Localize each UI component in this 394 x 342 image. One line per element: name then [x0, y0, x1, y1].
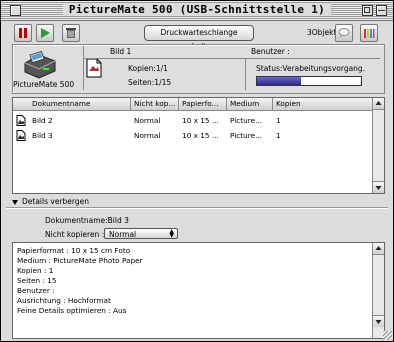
- details-toggle-label: Details verbergen: [22, 197, 89, 206]
- job-user-label: Benutzer :: [251, 47, 290, 56]
- job-status: Status:Verabeitungsvorgang.: [256, 64, 366, 73]
- pause-queue-button[interactable]: Druckwarteschlange anhalten: [144, 25, 254, 51]
- job-name: Bild 1: [110, 47, 132, 56]
- speech-balloon-icon: [338, 28, 350, 38]
- list-scrollbar[interactable]: [372, 98, 384, 193]
- trash-icon: [66, 28, 76, 38]
- detail-line: Papierformat : 10 x 15 cm Foto: [17, 246, 131, 255]
- row-medium: Picture...: [230, 131, 263, 140]
- title-bar[interactable]: PictureMate 500 (USB-Schnittstelle 1): [1, 1, 393, 21]
- row-copies: 1: [276, 116, 281, 125]
- table-row[interactable]: Bild 3 Normal 10 x 15 ... Picture... 1: [13, 127, 372, 143]
- panel-divider-2: [245, 58, 246, 90]
- details-scrollbar[interactable]: [372, 243, 384, 338]
- collapse-box[interactable]: [376, 5, 387, 16]
- table-row[interactable]: Bild 2 Normal 10 x 15 ... Picture... 1: [13, 112, 372, 128]
- column-header-no-copy[interactable]: Nicht kop...: [131, 98, 179, 110]
- ink-levels-button[interactable]: [360, 24, 378, 42]
- column-header-name[interactable]: Dokumentname: [13, 98, 131, 110]
- pause-icon: [19, 28, 27, 38]
- scroll-up-arrow[interactable]: [373, 98, 384, 110]
- row-document-name: Bild 2: [32, 116, 53, 125]
- zoom-box[interactable]: [362, 5, 373, 16]
- popup-arrows-icon: ▲ ▼: [169, 228, 174, 239]
- column-header-medium[interactable]: Medium: [227, 98, 273, 110]
- row-paper: 10 x 15 ...: [182, 131, 219, 140]
- resize-grip[interactable]: [383, 331, 392, 340]
- scroll-down-arrow[interactable]: [373, 181, 384, 193]
- detail-line: Seiten : 15: [17, 276, 57, 285]
- disclosure-triangle-icon: [12, 199, 18, 205]
- window-title: PictureMate 500 (USB-Schnittstelle 1): [62, 3, 332, 16]
- row-no-copy: Normal: [134, 116, 161, 125]
- no-copy-label: Nicht kopieren :: [45, 230, 105, 239]
- resume-button[interactable]: [36, 24, 54, 42]
- printer-icon: [24, 51, 56, 79]
- row-medium: Picture...: [230, 116, 263, 125]
- detail-line: Feine Details optimieren : Aus: [17, 306, 127, 315]
- row-document-name: Bild 3: [32, 131, 53, 140]
- details-toggle[interactable]: Details verbergen: [12, 197, 89, 206]
- job-pages: Seiten:1/15: [128, 78, 172, 87]
- list-header: Dokumentname Nicht kop... Papierfo... Me…: [13, 98, 372, 111]
- details-text-area[interactable]: Papierformat : 10 x 15 cm Foto Medium : …: [12, 242, 385, 339]
- play-icon: [41, 28, 50, 38]
- detail-line: Kopien : 1: [17, 266, 54, 275]
- delete-button[interactable]: [62, 24, 80, 42]
- document-icon: [16, 130, 26, 141]
- no-copy-select-value: Normal: [109, 230, 137, 239]
- balloon-help-button[interactable]: [335, 24, 353, 42]
- printer-name: PictureMate 500: [13, 80, 75, 89]
- print-queue-window: PictureMate 500 (USB-Schnittstelle 1) Dr…: [0, 0, 394, 342]
- window-title-wrap: PictureMate 500 (USB-Schnittstelle 1): [1, 3, 393, 16]
- scroll-up-arrow[interactable]: [373, 243, 384, 255]
- column-header-copies[interactable]: Kopien: [273, 98, 372, 110]
- details-document-name: Dokumentname:Bild 3: [45, 216, 129, 225]
- progress-fill: [257, 77, 301, 85]
- detail-line: Benutzer :: [17, 286, 55, 295]
- details-divider: [6, 207, 388, 209]
- row-copies: 1: [276, 131, 281, 140]
- document-icon: [86, 58, 102, 78]
- column-header-paper[interactable]: Papierfo...: [179, 98, 227, 110]
- row-paper: 10 x 15 ...: [182, 116, 219, 125]
- panel-divider: [83, 46, 84, 90]
- panel-separator: [83, 58, 380, 59]
- job-progress-bar: [256, 76, 362, 86]
- pause-button[interactable]: [14, 24, 32, 42]
- detail-line: Ausrichtung : Hochformat: [17, 296, 111, 305]
- job-copies: Kopien:1/1: [128, 64, 168, 73]
- row-no-copy: Normal: [134, 131, 161, 140]
- ink-cartridges-icon: [364, 29, 375, 38]
- no-copy-select[interactable]: Normal ▲ ▼: [104, 228, 178, 239]
- detail-line: Medium : PictureMate Photo Paper: [17, 256, 143, 265]
- scroll-down-arrow[interactable]: [373, 315, 384, 327]
- queue-list[interactable]: Dokumentname Nicht kop... Papierfo... Me…: [12, 97, 385, 194]
- document-icon: [16, 115, 26, 126]
